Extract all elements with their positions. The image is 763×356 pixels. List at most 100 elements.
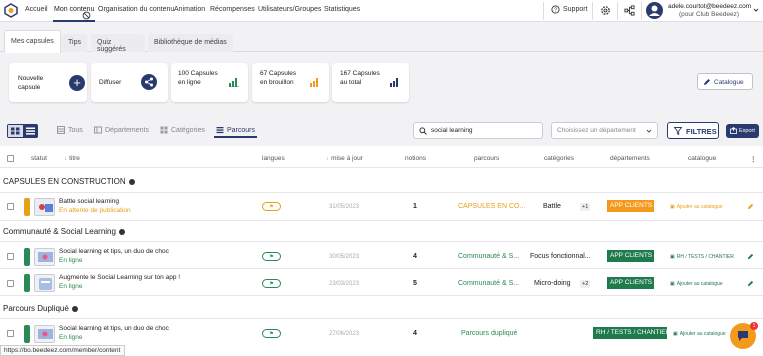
header-langues[interactable]: langues bbox=[262, 155, 285, 162]
top-navbar: Accueil Mon contenu Organisation du cont… bbox=[0, 0, 763, 22]
row-date: 30/05/2023 bbox=[329, 254, 360, 260]
diffuser-card[interactable]: Diffuser bbox=[91, 63, 168, 102]
header-catalogue[interactable]: catalogue bbox=[688, 155, 716, 162]
row-catalog[interactable]: ▣ Ajouter au catalogue bbox=[673, 331, 726, 337]
row-parcours[interactable]: Parcours dupliqué bbox=[461, 330, 517, 337]
department-select[interactable]: Choisissez un département bbox=[551, 122, 658, 139]
add-capsule-button[interactable]: + bbox=[69, 75, 85, 91]
pencil-icon bbox=[704, 79, 710, 85]
edit-pencil-icon[interactable] bbox=[747, 280, 754, 287]
row-categorie-more[interactable]: +1 bbox=[580, 203, 591, 211]
header-categories[interactable]: catégories bbox=[544, 155, 574, 162]
header-mise-a-jour[interactable]: ↓ mise à jour bbox=[326, 155, 363, 162]
catalog-icon: ▣ bbox=[670, 281, 675, 287]
section-settings-icon[interactable] bbox=[128, 178, 135, 185]
row-notions: 1 bbox=[413, 203, 417, 210]
capsule-thumbnail bbox=[34, 325, 55, 343]
edit-pencil-icon[interactable] bbox=[747, 203, 754, 210]
catalogue-button[interactable]: Catalogue bbox=[697, 73, 753, 90]
row-categorie-more[interactable]: +2 bbox=[580, 280, 591, 288]
section-parcours-duplique[interactable]: Parcours Dupliqué bbox=[3, 304, 78, 313]
row-title[interactable]: Social learning et tips, un duo de choc bbox=[59, 325, 169, 332]
section-capsules-en-construction[interactable]: CAPSULES EN CONSTRUCTION bbox=[3, 177, 135, 186]
search-input[interactable]: social learning bbox=[413, 122, 543, 139]
nav-statistiques[interactable]: Statistiques bbox=[324, 6, 360, 13]
filter-tab-departements[interactable]: Départements bbox=[94, 126, 149, 134]
beedeez-logo[interactable] bbox=[3, 3, 19, 18]
share-icon[interactable] bbox=[141, 74, 157, 90]
status-indicator bbox=[24, 248, 30, 266]
export-icon bbox=[730, 127, 737, 134]
select-all-checkbox[interactable] bbox=[7, 155, 14, 162]
list-view-icon[interactable] bbox=[23, 125, 38, 137]
row-department: APP CLIENTS bbox=[607, 277, 654, 289]
row-parcours[interactable]: CAPSULES EN CO... bbox=[458, 203, 525, 210]
capsule-thumbnail bbox=[34, 248, 55, 266]
support-link[interactable]: ? Support bbox=[551, 5, 588, 14]
capsule-thumbnail bbox=[34, 198, 55, 216]
header-parcours[interactable]: parcours bbox=[474, 155, 499, 162]
filter-tab-categories[interactable]: Catégories bbox=[160, 126, 205, 134]
nav-animation[interactable]: Animation bbox=[174, 6, 205, 13]
row-title[interactable]: Augmente le Social Learning sur ton app … bbox=[59, 274, 180, 281]
user-email: adele.courtot@beedeez.com bbox=[668, 3, 752, 10]
row-status: En ligne bbox=[59, 257, 83, 264]
header-titre[interactable]: ↓ titre bbox=[64, 155, 80, 162]
row-parcours[interactable]: Communauté & S... bbox=[458, 253, 519, 260]
row-catalog[interactable]: ▣ Ajouter au catalogue bbox=[670, 204, 723, 210]
nav-recompenses[interactable]: Récompenses bbox=[210, 6, 255, 13]
active-filter-indicator bbox=[214, 136, 257, 138]
edit-pencil-icon[interactable] bbox=[747, 253, 754, 260]
section-communaute-social-learning[interactable]: Communauté & Social Learning bbox=[3, 227, 125, 236]
row-parcours[interactable]: Communauté & S... bbox=[458, 280, 519, 287]
row-catalog-label: Ajouter au catalogue bbox=[676, 281, 723, 287]
nav-utilisateurs[interactable]: Utilisateurs/Groupes bbox=[258, 6, 321, 13]
catalog-icon: ▣ bbox=[670, 254, 675, 260]
row-checkbox[interactable] bbox=[7, 203, 14, 210]
tab-bibliotheque-medias[interactable]: Bibliothèque de médias bbox=[148, 34, 233, 52]
chat-notification-badge: 1 bbox=[750, 322, 758, 330]
filter-tab-tous[interactable]: Tous bbox=[57, 126, 83, 134]
online-capsules-card: 100 Capsules en ligne bbox=[171, 63, 248, 102]
row-checkbox[interactable] bbox=[7, 330, 14, 337]
filter-tab-parcours-label: Parcours bbox=[227, 126, 256, 134]
section-settings-icon[interactable] bbox=[71, 305, 78, 312]
diffuser-label: Diffuser bbox=[99, 79, 122, 86]
row-checkbox[interactable] bbox=[7, 280, 14, 287]
user-avatar[interactable] bbox=[646, 2, 663, 19]
filters-button[interactable]: FILTRES bbox=[667, 122, 719, 139]
row-catalog[interactable]: ▣ RH / TESTS / CHANTIER bbox=[670, 254, 734, 260]
export-button[interactable]: Export bbox=[726, 124, 759, 138]
row-title[interactable]: Battle social learning bbox=[59, 198, 119, 205]
section-settings-icon[interactable] bbox=[118, 228, 125, 235]
nav-accueil[interactable]: Accueil bbox=[25, 6, 48, 13]
tab-quiz-suggeres[interactable]: Quiz suggérés bbox=[91, 34, 145, 53]
section-title: CAPSULES EN CONSTRUCTION bbox=[3, 177, 126, 186]
filter-tab-parcours[interactable]: Parcours bbox=[216, 126, 255, 134]
header-notions[interactable]: notions bbox=[405, 155, 426, 162]
row-notions: 4 bbox=[413, 330, 417, 337]
settings-gear-icon[interactable] bbox=[600, 5, 611, 16]
row-catalog[interactable]: ▣ Ajouter au catalogue bbox=[670, 281, 723, 287]
row-notions: 4 bbox=[413, 253, 417, 260]
new-capsule-card[interactable]: Nouvelle capsule + bbox=[9, 63, 87, 102]
header-departements[interactable]: départements bbox=[610, 155, 650, 162]
filter-funnel-icon bbox=[674, 127, 682, 135]
header-statut[interactable]: statut bbox=[31, 155, 47, 162]
tab-mes-capsules[interactable]: Mes capsules bbox=[4, 30, 61, 53]
chevron-down-icon[interactable] bbox=[753, 7, 759, 13]
tab-tips[interactable]: Tips bbox=[62, 34, 87, 52]
filters-button-label: FILTRES bbox=[686, 127, 717, 136]
row-checkbox[interactable] bbox=[7, 253, 14, 260]
grid-view-icon[interactable] bbox=[8, 125, 23, 137]
status-indicator bbox=[24, 198, 30, 216]
more-options-icon[interactable]: ⋮ bbox=[750, 155, 757, 163]
hierarchy-icon[interactable] bbox=[624, 5, 635, 16]
row-department: RH / TESTS / CHANTIER bbox=[593, 327, 667, 339]
view-toggle[interactable] bbox=[7, 124, 38, 138]
capsule-thumbnail bbox=[34, 274, 55, 292]
language-flag-icon: ⚑ bbox=[262, 202, 281, 211]
catalogue-label: Catalogue bbox=[714, 79, 744, 86]
row-title[interactable]: Social learning et tips, un duo de choc bbox=[59, 248, 169, 255]
nav-organisation[interactable]: Organisation du contenu bbox=[98, 6, 174, 13]
